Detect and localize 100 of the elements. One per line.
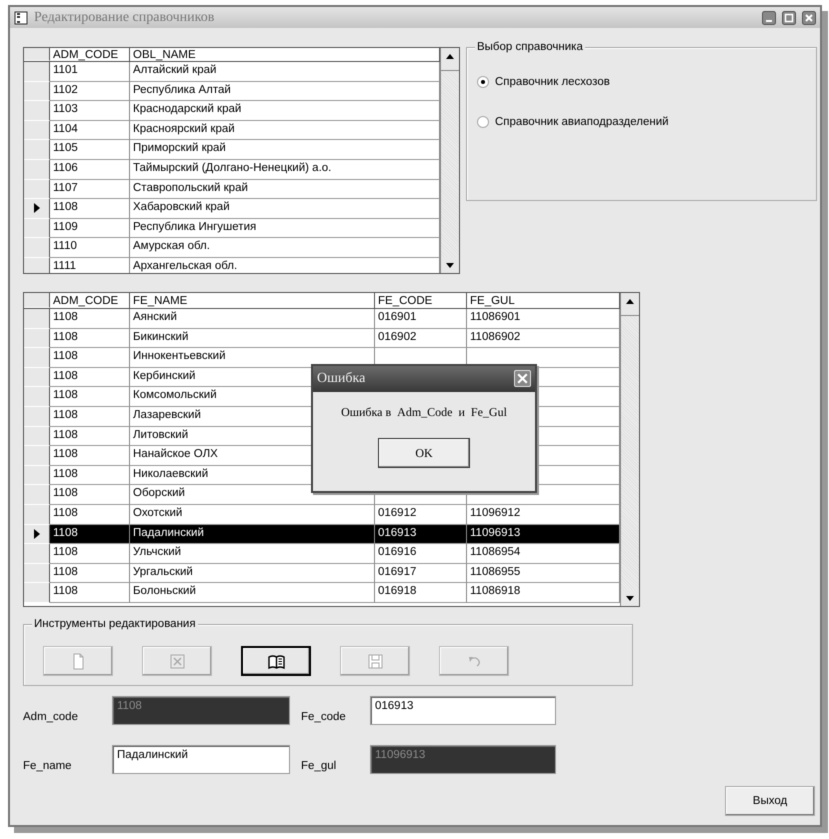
- table-cell: Приморский край: [130, 140, 440, 160]
- ok-button[interactable]: OK: [378, 438, 470, 468]
- row-indicator[interactable]: [24, 466, 50, 486]
- row-indicator[interactable]: [24, 368, 50, 388]
- table-cell: 016918: [375, 583, 467, 603]
- row-indicator[interactable]: [24, 309, 50, 329]
- scroll-thumb[interactable]: [621, 309, 639, 316]
- row-indicator[interactable]: [24, 199, 50, 219]
- row-indicator[interactable]: [24, 583, 50, 603]
- table-cell: 1108: [50, 583, 130, 603]
- close-icon[interactable]: [802, 10, 816, 24]
- table-cell: 1108: [50, 309, 130, 329]
- field-label: Fe_name: [23, 760, 73, 774]
- table-cell: Республика Ингушетия: [130, 218, 440, 238]
- window-title: Редактирование справочников: [34, 10, 216, 26]
- app-icon: [14, 10, 28, 24]
- table-cell: 11096913: [467, 524, 620, 544]
- row-indicator[interactable]: [24, 101, 50, 121]
- table-cell: 1110: [50, 238, 130, 258]
- minimize-icon[interactable]: [762, 10, 776, 24]
- maximize-icon[interactable]: [782, 10, 796, 24]
- x-box-icon: [168, 652, 186, 670]
- input-field[interactable]: 11096913: [370, 745, 556, 774]
- table-cell: Ургальский: [130, 564, 375, 584]
- input-field[interactable]: 1108: [112, 696, 290, 725]
- scroll-thumb[interactable]: [441, 64, 459, 71]
- column-header[interactable]: ADM_CODE: [50, 293, 130, 308]
- table-cell: Хабаровский край: [130, 199, 440, 219]
- row-indicator[interactable]: [24, 62, 50, 82]
- table-cell: Бикинский: [130, 328, 375, 348]
- input-field[interactable]: Падалинский: [112, 745, 290, 774]
- row-indicator[interactable]: [24, 426, 50, 446]
- column-header[interactable]: ADM_CODE: [50, 48, 130, 61]
- exit-button[interactable]: Выход: [725, 786, 815, 816]
- book-icon: [268, 652, 284, 670]
- table-cell: 016917: [375, 564, 467, 584]
- row-indicator[interactable]: [24, 180, 50, 200]
- input-field[interactable]: 016913: [370, 696, 556, 725]
- table-cell: 1108: [50, 466, 130, 486]
- table-cell: Ставропольский край: [130, 180, 440, 200]
- field-label: Fe_gul: [300, 760, 338, 774]
- scroll-down-icon[interactable]: [626, 596, 634, 600]
- row-indicator[interactable]: [24, 446, 50, 466]
- row-indicator[interactable]: [24, 485, 50, 505]
- row-indicator[interactable]: [24, 348, 50, 368]
- table-cell: Республика Алтай: [130, 82, 440, 102]
- row-indicator[interactable]: [24, 218, 50, 238]
- row-indicator[interactable]: [24, 544, 50, 564]
- radio-button[interactable]: [477, 76, 489, 88]
- table-cell: 1107: [50, 180, 130, 200]
- table-cell: 1103: [50, 101, 130, 121]
- table-cell: 1108: [50, 485, 130, 505]
- floppy-icon: [366, 652, 384, 670]
- row-pointer-icon: [34, 528, 40, 539]
- table-cell: 1108: [50, 426, 130, 446]
- scrollbar[interactable]: [620, 293, 639, 606]
- table-cell: 1106: [50, 160, 130, 180]
- row-indicator[interactable]: [24, 328, 50, 348]
- row-indicator[interactable]: [24, 406, 50, 427]
- row-indicator[interactable]: [24, 140, 50, 160]
- table-cell: 016901: [375, 309, 467, 329]
- table-cell: 016916: [375, 544, 467, 564]
- table-cell: 1108: [50, 544, 130, 564]
- table-cell: 1101: [50, 62, 130, 82]
- table-cell: Красноярский край: [130, 120, 440, 140]
- row-pointer-icon: [34, 203, 40, 214]
- table-cell: 1104: [50, 120, 130, 140]
- table-cell: 1108: [50, 564, 130, 584]
- table-cell: 1108: [50, 387, 130, 407]
- row-indicator[interactable]: [24, 258, 50, 273]
- scroll-down-icon[interactable]: [446, 262, 454, 268]
- row-indicator[interactable]: [24, 82, 50, 102]
- row-indicator[interactable]: [24, 387, 50, 407]
- table-cell: 1108: [50, 199, 130, 219]
- table-cell: 1108: [50, 406, 130, 427]
- radio-label[interactable]: Справочник лесхозов: [495, 76, 610, 88]
- scroll-up-icon[interactable]: [626, 298, 634, 304]
- table-cell: 1108: [50, 348, 130, 368]
- group-title: Инструменты редактирования: [32, 617, 198, 631]
- column-header[interactable]: FE_NAME: [130, 293, 375, 308]
- row-indicator[interactable]: [24, 160, 50, 180]
- radio-button[interactable]: [477, 116, 489, 128]
- table-cell: 016913: [375, 524, 467, 544]
- radio-label[interactable]: Справочник авиаподразделений: [495, 116, 669, 128]
- table-cell: 016902: [375, 328, 467, 348]
- scrollbar[interactable]: [440, 48, 459, 273]
- table-cell: Болоньский: [130, 583, 375, 603]
- row-indicator[interactable]: [24, 504, 50, 525]
- table-cell: 1108: [50, 524, 130, 544]
- table-cell: 1108: [50, 446, 130, 466]
- row-indicator[interactable]: [24, 120, 50, 140]
- scroll-up-icon[interactable]: [446, 54, 454, 58]
- row-indicator[interactable]: [24, 524, 50, 544]
- table-cell: 1108: [50, 328, 130, 348]
- toolbar-button[interactable]: [241, 646, 311, 676]
- row-indicator[interactable]: [24, 564, 50, 584]
- row-indicator[interactable]: [24, 238, 50, 258]
- column-header[interactable]: FE_CODE: [375, 293, 467, 308]
- dialog-title: Ошибка: [317, 370, 366, 386]
- field-label: Adm_code: [23, 711, 79, 725]
